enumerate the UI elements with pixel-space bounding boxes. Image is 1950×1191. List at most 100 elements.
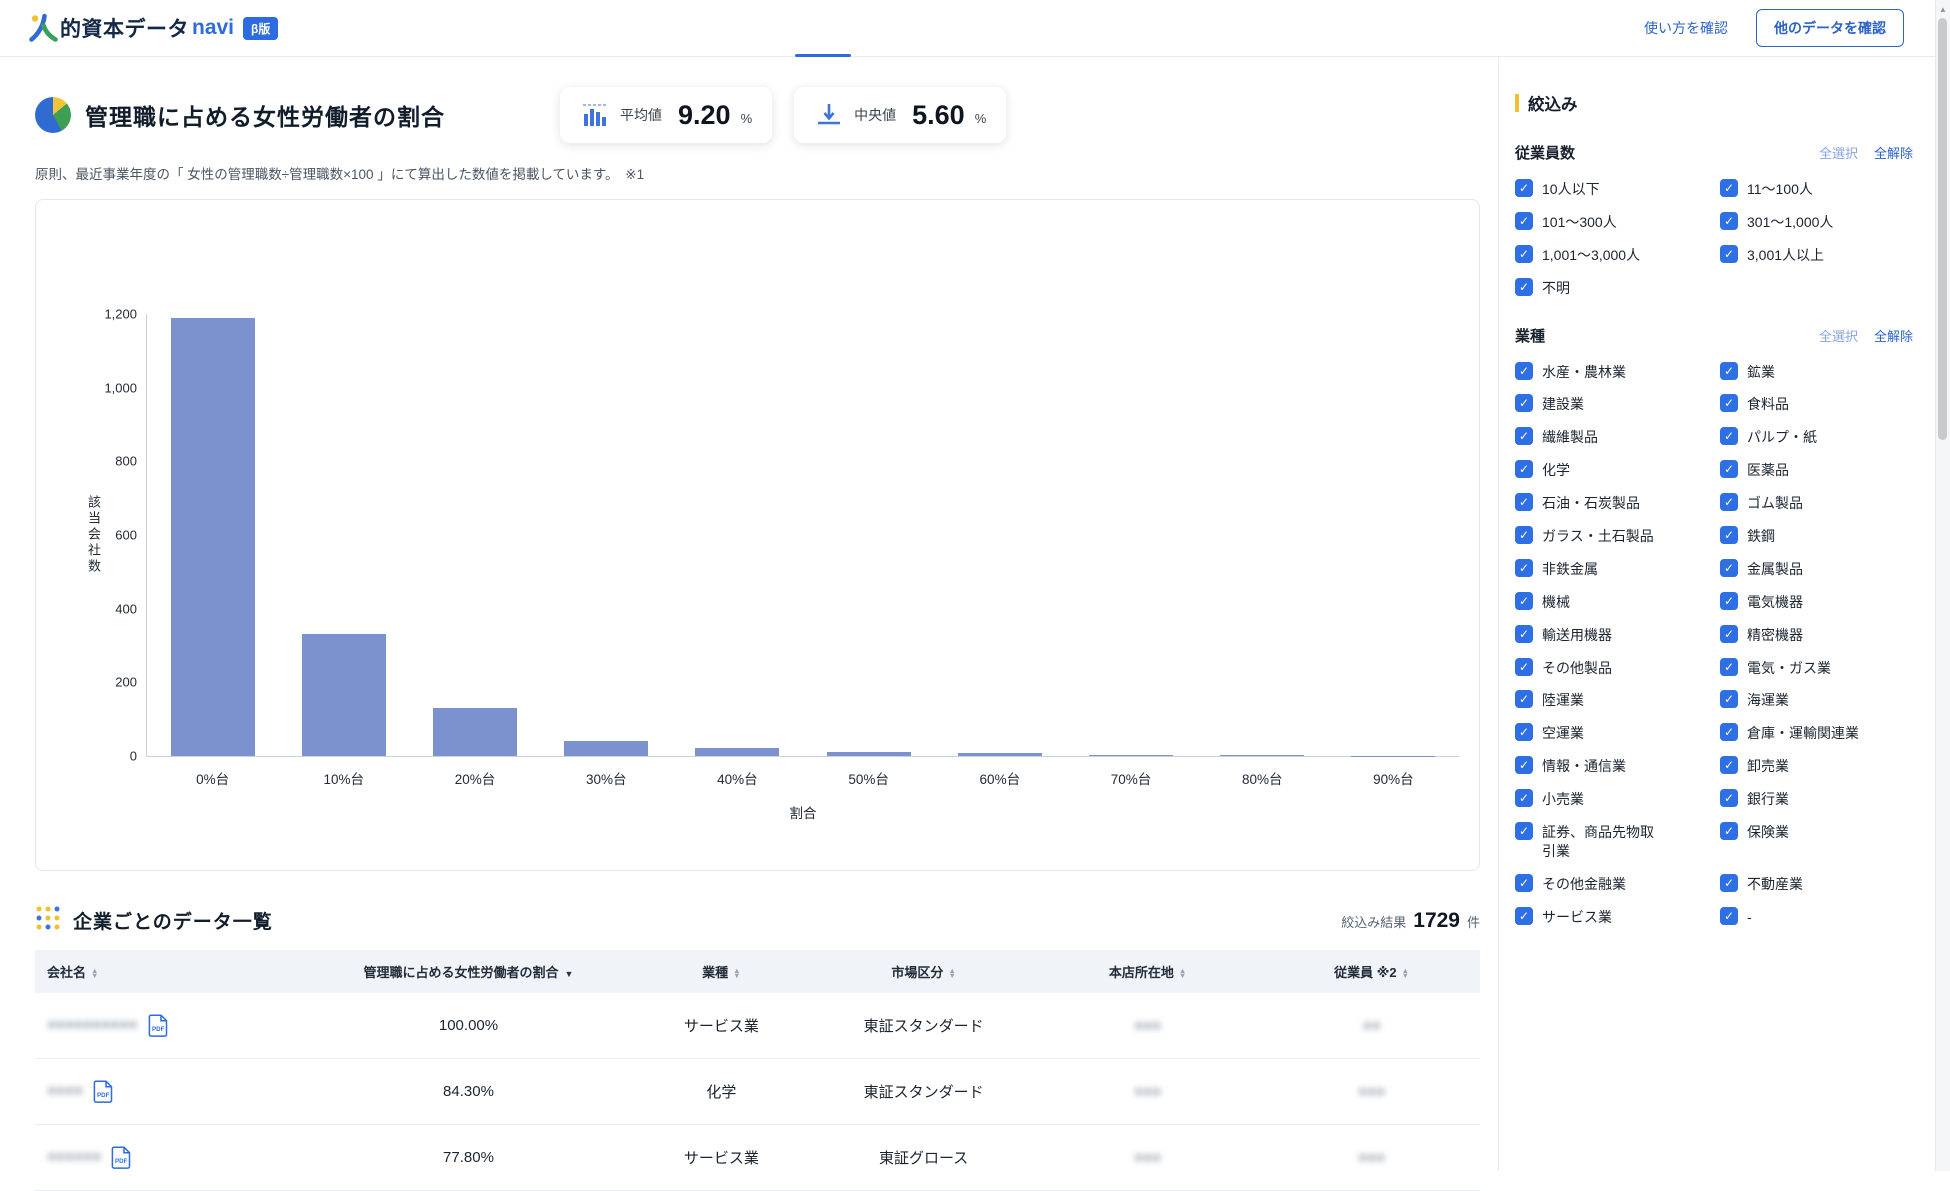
employee-select-all-link[interactable]: 全選択 xyxy=(1819,143,1858,162)
checkbox-checked-icon[interactable]: ✓ xyxy=(1720,179,1738,197)
checkbox-checked-icon[interactable]: ✓ xyxy=(1515,493,1533,511)
filter-option[interactable]: ✓その他金融業 xyxy=(1515,874,1720,894)
filter-option[interactable]: ✓輸送用機器 xyxy=(1515,625,1720,645)
checkbox-checked-icon[interactable]: ✓ xyxy=(1515,723,1533,741)
employee-clear-all-link[interactable]: 全解除 xyxy=(1874,143,1913,162)
filter-option[interactable]: ✓化学 xyxy=(1515,460,1720,480)
checkbox-checked-icon[interactable]: ✓ xyxy=(1515,245,1533,263)
checkbox-checked-icon[interactable]: ✓ xyxy=(1720,756,1738,774)
filter-option[interactable]: ✓繊維製品 xyxy=(1515,427,1720,447)
filter-option[interactable]: ✓建設業 xyxy=(1515,394,1720,414)
checkbox-checked-icon[interactable]: ✓ xyxy=(1720,362,1738,380)
checkbox-checked-icon[interactable]: ✓ xyxy=(1515,179,1533,197)
checkbox-checked-icon[interactable]: ✓ xyxy=(1515,874,1533,892)
filter-option[interactable]: ✓101〜300人 xyxy=(1515,212,1720,232)
checkbox-checked-icon[interactable]: ✓ xyxy=(1720,690,1738,708)
filter-option[interactable]: ✓金属製品 xyxy=(1720,559,1913,579)
filter-option[interactable]: ✓ガラス・土石製品 xyxy=(1515,526,1720,546)
filter-option[interactable]: ✓- xyxy=(1720,907,1913,927)
checkbox-checked-icon[interactable]: ✓ xyxy=(1720,658,1738,676)
column-header-ratio[interactable]: 管理職に占める女性労働者の割合▼ xyxy=(310,950,628,993)
checkbox-checked-icon[interactable]: ✓ xyxy=(1515,559,1533,577)
filter-option[interactable]: ✓鉱業 xyxy=(1720,362,1913,382)
pdf-icon[interactable]: PDF xyxy=(111,1146,132,1169)
checkbox-checked-icon[interactable]: ✓ xyxy=(1515,690,1533,708)
checkbox-checked-icon[interactable]: ✓ xyxy=(1720,625,1738,643)
checkbox-checked-icon[interactable]: ✓ xyxy=(1515,394,1533,412)
industry-clear-all-link[interactable]: 全解除 xyxy=(1874,326,1913,345)
filter-option[interactable]: ✓陸運業 xyxy=(1515,690,1720,710)
column-header-market[interactable]: 市場区分▲▼ xyxy=(815,950,1032,993)
filter-option[interactable]: ✓不動産業 xyxy=(1720,874,1913,894)
checkbox-checked-icon[interactable]: ✓ xyxy=(1720,526,1738,544)
other-data-button[interactable]: 他のデータを確認 xyxy=(1756,9,1904,47)
filter-option[interactable]: ✓1,001〜3,000人 xyxy=(1515,245,1720,265)
filter-option[interactable]: ✓サービス業 xyxy=(1515,907,1720,927)
scrollbar-thumb[interactable] xyxy=(1938,18,1947,440)
checkbox-checked-icon[interactable]: ✓ xyxy=(1720,394,1738,412)
app-logo[interactable]: 的資本データ navi β版 xyxy=(28,13,278,43)
checkbox-checked-icon[interactable]: ✓ xyxy=(1720,822,1738,840)
filter-option[interactable]: ✓精密機器 xyxy=(1720,625,1913,645)
checkbox-checked-icon[interactable]: ✓ xyxy=(1720,493,1738,511)
page-scrollbar[interactable]: ▲ xyxy=(1935,0,1950,1171)
column-header-employees[interactable]: 従業員 ※2▲▼ xyxy=(1263,950,1480,993)
filter-option[interactable]: ✓鉄鋼 xyxy=(1720,526,1913,546)
pdf-icon[interactable]: PDF xyxy=(148,1014,169,1037)
filter-option[interactable]: ✓保険業 xyxy=(1720,822,1913,861)
filter-option[interactable]: ✓空運業 xyxy=(1515,723,1720,743)
checkbox-checked-icon[interactable]: ✓ xyxy=(1515,592,1533,610)
filter-option[interactable]: ✓301〜1,000人 xyxy=(1720,212,1913,232)
checkbox-checked-icon[interactable]: ✓ xyxy=(1515,789,1533,807)
filter-option[interactable]: ✓倉庫・運輸関連業 xyxy=(1720,723,1913,743)
filter-option[interactable]: ✓情報・通信業 xyxy=(1515,756,1720,776)
checkbox-checked-icon[interactable]: ✓ xyxy=(1515,658,1533,676)
column-header-industry[interactable]: 業種▲▼ xyxy=(627,950,815,993)
checkbox-checked-icon[interactable]: ✓ xyxy=(1720,789,1738,807)
industry-select-all-link[interactable]: 全選択 xyxy=(1819,326,1858,345)
filter-option[interactable]: ✓卸売業 xyxy=(1720,756,1913,776)
column-header-location[interactable]: 本店所在地▲▼ xyxy=(1032,950,1263,993)
checkbox-checked-icon[interactable]: ✓ xyxy=(1515,526,1533,544)
scrollbar-up-arrow[interactable]: ▲ xyxy=(1936,2,1950,16)
checkbox-checked-icon[interactable]: ✓ xyxy=(1515,212,1533,230)
filter-option[interactable]: ✓証券、商品先物取引業 xyxy=(1515,822,1720,861)
checkbox-checked-icon[interactable]: ✓ xyxy=(1515,756,1533,774)
filter-option[interactable]: ✓11〜100人 xyxy=(1720,179,1913,199)
checkbox-checked-icon[interactable]: ✓ xyxy=(1720,907,1738,925)
checkbox-checked-icon[interactable]: ✓ xyxy=(1720,874,1738,892)
checkbox-checked-icon[interactable]: ✓ xyxy=(1720,559,1738,577)
column-header-company[interactable]: 会社名▲▼ xyxy=(35,950,310,993)
checkbox-checked-icon[interactable]: ✓ xyxy=(1515,278,1533,296)
checkbox-checked-icon[interactable]: ✓ xyxy=(1720,427,1738,445)
filter-option[interactable]: ✓医薬品 xyxy=(1720,460,1913,480)
filter-option[interactable]: ✓海運業 xyxy=(1720,690,1913,710)
checkbox-checked-icon[interactable]: ✓ xyxy=(1515,625,1533,643)
checkbox-checked-icon[interactable]: ✓ xyxy=(1515,427,1533,445)
filter-option[interactable]: ✓電気・ガス業 xyxy=(1720,658,1913,678)
checkbox-checked-icon[interactable]: ✓ xyxy=(1720,592,1738,610)
checkbox-checked-icon[interactable]: ✓ xyxy=(1515,907,1533,925)
pdf-icon[interactable]: PDF xyxy=(93,1080,114,1103)
filter-option[interactable]: ✓銀行業 xyxy=(1720,789,1913,809)
checkbox-checked-icon[interactable]: ✓ xyxy=(1720,723,1738,741)
usage-help-link[interactable]: 使い方を確認 xyxy=(1644,18,1728,38)
checkbox-checked-icon[interactable]: ✓ xyxy=(1720,245,1738,263)
filter-option[interactable]: ✓その他製品 xyxy=(1515,658,1720,678)
checkbox-checked-icon[interactable]: ✓ xyxy=(1720,460,1738,478)
checkbox-checked-icon[interactable]: ✓ xyxy=(1720,212,1738,230)
checkbox-checked-icon[interactable]: ✓ xyxy=(1515,822,1533,840)
filter-option[interactable]: ✓機械 xyxy=(1515,592,1720,612)
filter-option[interactable]: ✓不明 xyxy=(1515,278,1720,298)
filter-option[interactable]: ✓水産・農林業 xyxy=(1515,362,1720,382)
filter-option[interactable]: ✓ゴム製品 xyxy=(1720,493,1913,513)
checkbox-checked-icon[interactable]: ✓ xyxy=(1515,460,1533,478)
filter-option[interactable]: ✓電気機器 xyxy=(1720,592,1913,612)
filter-option[interactable]: ✓小売業 xyxy=(1515,789,1720,809)
filter-option[interactable]: ✓3,001人以上 xyxy=(1720,245,1913,265)
filter-option[interactable]: ✓食料品 xyxy=(1720,394,1913,414)
checkbox-checked-icon[interactable]: ✓ xyxy=(1515,362,1533,380)
filter-option[interactable]: ✓パルプ・紙 xyxy=(1720,427,1913,447)
filter-option[interactable]: ✓石油・石炭製品 xyxy=(1515,493,1720,513)
filter-option[interactable]: ✓10人以下 xyxy=(1515,179,1720,199)
